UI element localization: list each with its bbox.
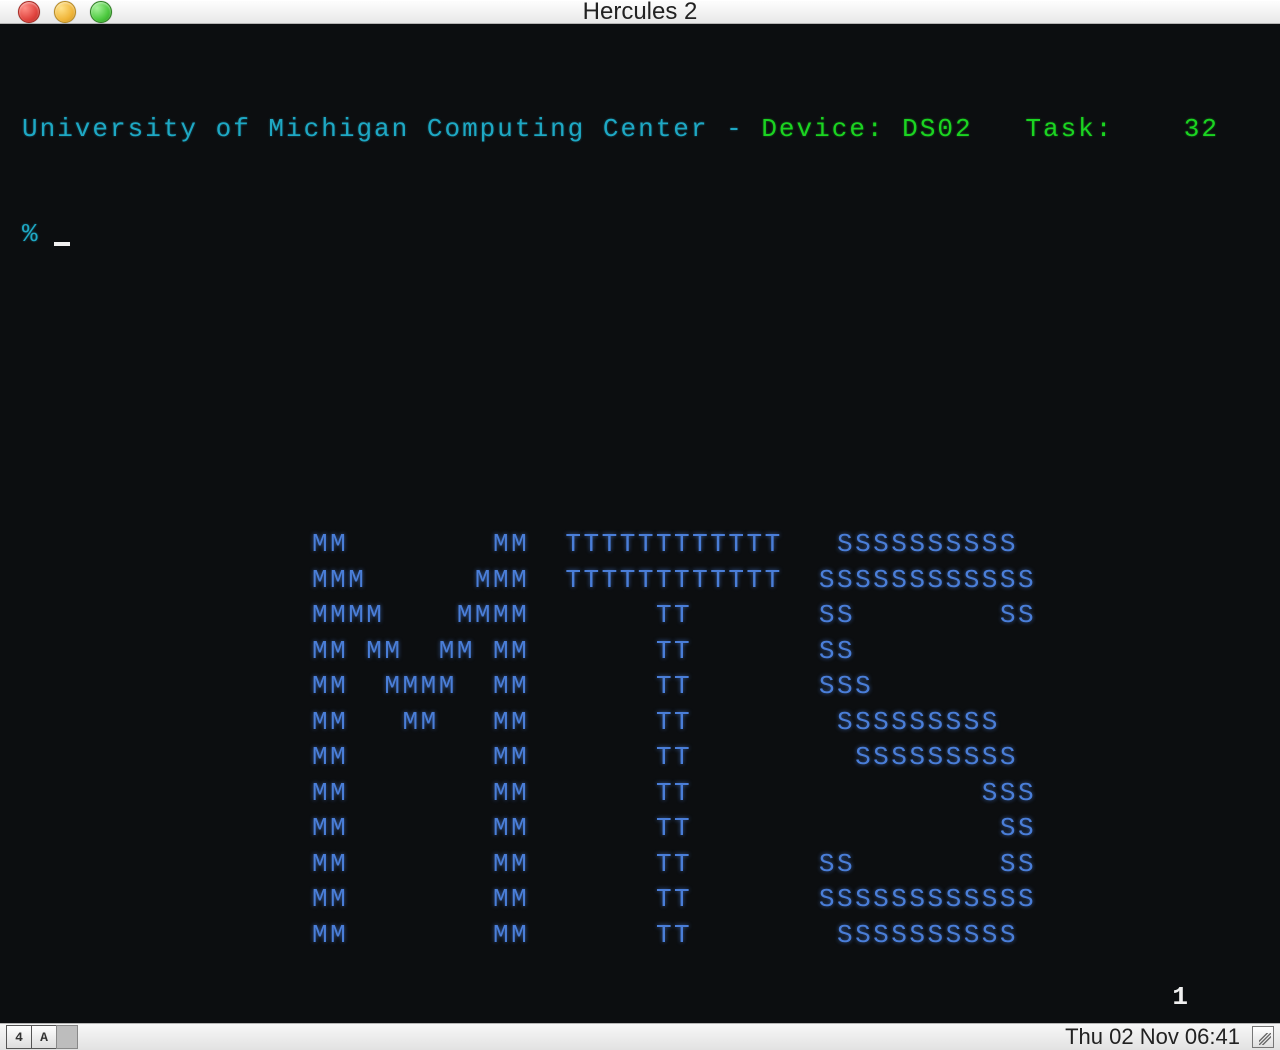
terminal-header-row: University of Michigan Computing Center … (22, 112, 1258, 147)
minimize-icon[interactable] (54, 1, 76, 23)
device-value: DS02 (902, 114, 972, 144)
indicator-box-1[interactable]: 4 (6, 1025, 32, 1049)
indicator-box-2[interactable]: A (31, 1025, 57, 1049)
terminal-screen[interactable]: University of Michigan Computing Center … (0, 24, 1280, 1023)
traffic-lights (18, 1, 112, 23)
cursor-icon (54, 242, 70, 246)
bottom-right: Thu 02 Nov 06:41 (1065, 1024, 1274, 1050)
close-icon[interactable] (18, 1, 40, 23)
resize-icon[interactable] (1252, 1026, 1274, 1048)
org-name: University of Michigan Computing Center … (22, 114, 761, 144)
device-label: Device: (761, 114, 902, 144)
bottom-bar: 4 A Thu 02 Nov 06:41 (0, 1023, 1280, 1050)
task-value: 32 (1184, 114, 1219, 144)
ascii-banner: MM MM TTTTTTTTTTTT SSSSSSSSSS MMM MMM TT… (312, 527, 1258, 953)
window-titlebar: Hercules 2 (0, 0, 1280, 24)
bottom-left-indicators: 4 A (6, 1025, 78, 1049)
prompt-char: % (22, 217, 40, 252)
datetime-label: Thu 02 Nov 06:41 (1065, 1024, 1240, 1050)
task-label: Task: (973, 114, 1184, 144)
indicator-solid (56, 1025, 78, 1049)
zoom-icon[interactable] (90, 1, 112, 23)
status-number: 1 (1172, 980, 1190, 1015)
window-title: Hercules 2 (0, 0, 1280, 26)
prompt-row: % (22, 217, 1258, 252)
